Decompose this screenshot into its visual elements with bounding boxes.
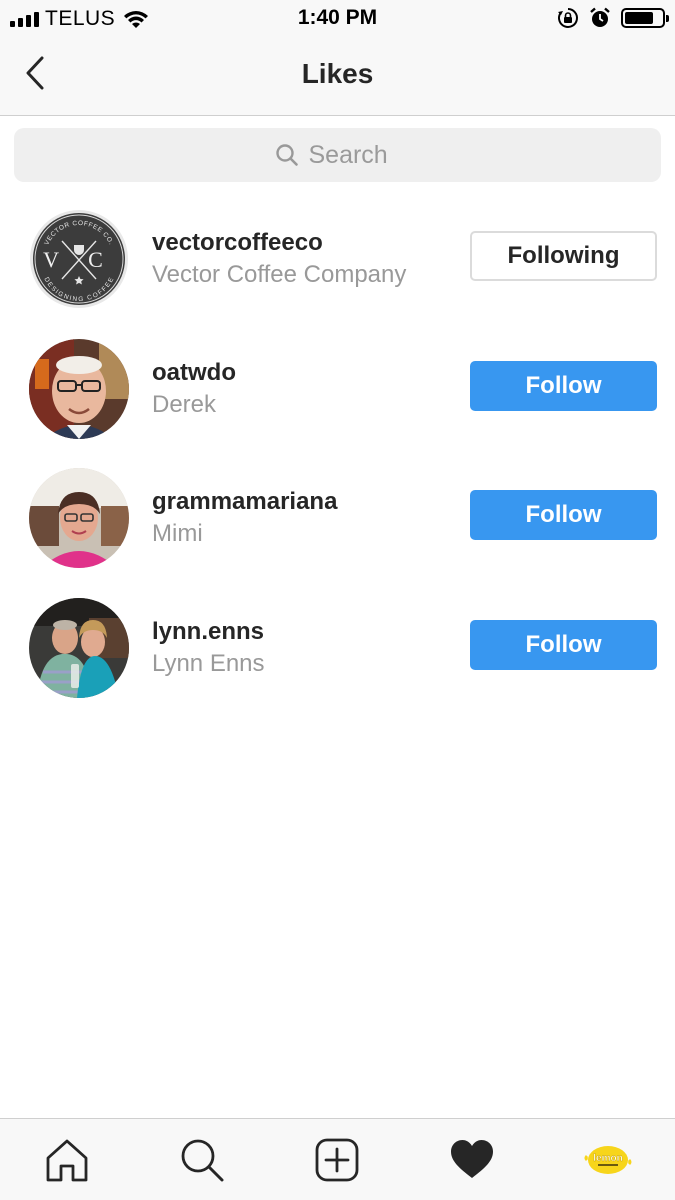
profile-photo xyxy=(29,338,129,439)
activity-heart-icon xyxy=(451,1140,493,1178)
status-bar: TELUS 1:40 PM xyxy=(0,0,675,38)
page-title: Likes xyxy=(301,58,374,89)
rotation-lock-icon xyxy=(558,8,578,28)
full-name: Vector Coffee Company xyxy=(152,261,407,288)
search-icon xyxy=(181,1139,224,1182)
tab-home[interactable] xyxy=(44,1137,90,1183)
follow-button[interactable]: Follow xyxy=(470,490,657,540)
navigation-header: Likes xyxy=(0,38,675,116)
home-icon xyxy=(46,1139,88,1182)
avatar[interactable] xyxy=(29,597,129,698)
username[interactable]: grammamariana xyxy=(152,487,337,517)
tab-profile[interactable]: lemon xyxy=(584,1137,632,1183)
svg-text:lemon: lemon xyxy=(593,1153,622,1164)
follow-button[interactable]: Follow xyxy=(470,619,657,670)
tab-bar: lemon xyxy=(0,1118,675,1200)
profile-photo xyxy=(29,468,129,568)
tab-search[interactable] xyxy=(179,1137,225,1183)
user-text: grammamariana Mimi xyxy=(152,487,337,551)
full-name: Derek xyxy=(152,390,217,418)
following-button[interactable]: Following xyxy=(470,231,657,281)
username[interactable]: vectorcoffeeco xyxy=(152,228,406,258)
profile-avatar-icon: lemon xyxy=(584,1146,632,1174)
likes-screen: TELUS 1:40 PM Likes Search VECTOR COFFEE… xyxy=(0,0,675,1200)
profile-photo xyxy=(29,597,129,698)
tab-activity[interactable] xyxy=(449,1137,495,1183)
tab-new-post[interactable] xyxy=(314,1137,360,1183)
follow-button[interactable]: Follow xyxy=(470,360,657,411)
avatar[interactable]: VECTOR COFFEE CO. DESIGNING COFFEE V C xyxy=(29,209,129,309)
list-item[interactable]: oatwdo Derek Follow xyxy=(0,325,675,455)
search-icon xyxy=(275,144,298,166)
avatar[interactable] xyxy=(29,338,129,439)
new-post-icon xyxy=(315,1138,359,1182)
user-text: lynn.enns Lynn Enns xyxy=(152,617,265,681)
alarm-icon xyxy=(590,7,610,27)
user-text: vectorcoffeeco Vector Coffee Company xyxy=(152,228,406,292)
avatar[interactable] xyxy=(29,468,129,568)
search-bar[interactable] xyxy=(14,128,661,182)
list-item[interactable]: lynn.enns Lynn Enns Follow xyxy=(0,584,675,714)
full-name: Mimi xyxy=(152,520,203,547)
likes-list: VECTOR COFFEE CO. DESIGNING COFFEE V C v… xyxy=(0,195,675,713)
search-input[interactable] xyxy=(308,140,401,170)
username[interactable]: lynn.enns xyxy=(152,617,265,647)
battery-icon xyxy=(621,8,669,28)
vector-coffee-logo: VECTOR COFFEE CO. DESIGNING COFFEE V C xyxy=(30,210,128,308)
list-item[interactable]: VECTOR COFFEE CO. DESIGNING COFFEE V C v… xyxy=(0,195,675,325)
username[interactable]: oatwdo xyxy=(152,358,236,388)
full-name: Lynn Enns xyxy=(152,649,265,677)
status-right xyxy=(557,7,669,29)
user-text: oatwdo Derek xyxy=(152,358,236,422)
list-item[interactable]: grammamariana Mimi Follow xyxy=(0,454,675,584)
